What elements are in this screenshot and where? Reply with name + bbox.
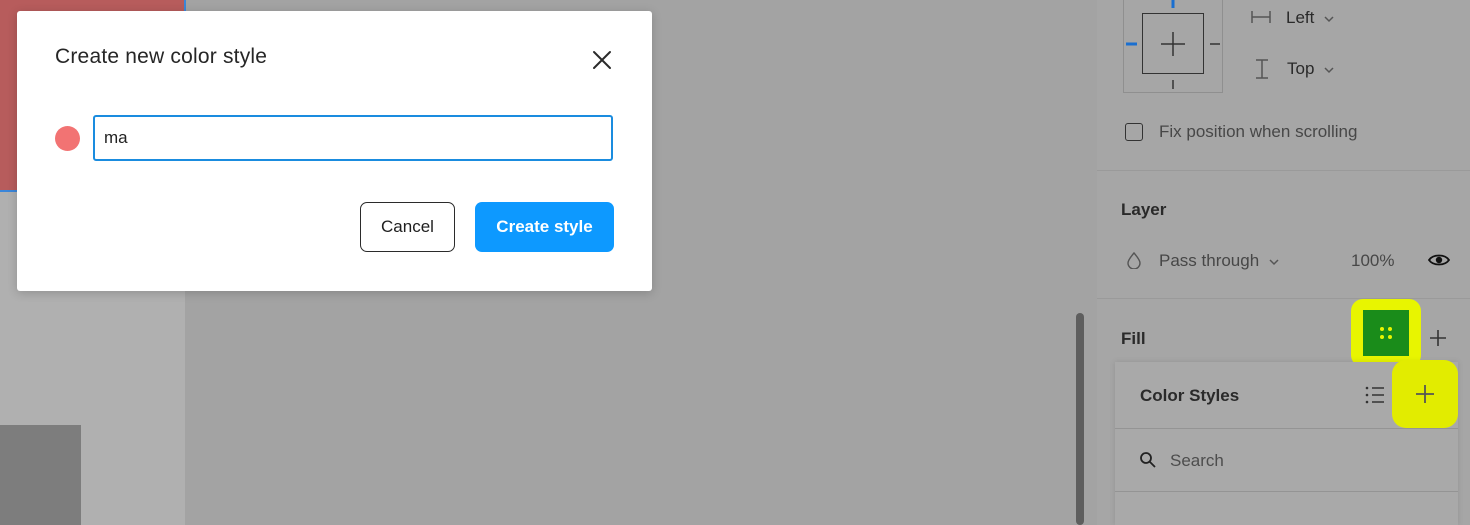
canvas-scrollbar[interactable]	[1076, 313, 1084, 525]
chevron-down-icon	[1324, 16, 1334, 23]
style-grid-icon	[1363, 310, 1409, 356]
section-divider	[1097, 170, 1470, 171]
cancel-button[interactable]: Cancel	[360, 202, 455, 252]
chevron-down-icon	[1324, 67, 1334, 74]
blend-mode-label: Pass through	[1159, 251, 1260, 270]
layer-section-title: Layer	[1121, 200, 1167, 219]
search-icon	[1140, 452, 1156, 468]
horizontal-constraint-icon	[1251, 11, 1271, 23]
fix-position-checkbox[interactable]	[1125, 123, 1143, 141]
blend-mode-drop-icon	[1127, 251, 1141, 269]
canvas-shape[interactable]	[0, 425, 81, 525]
add-fill-icon[interactable]	[1428, 328, 1448, 348]
close-icon[interactable]	[589, 47, 615, 73]
eye-icon[interactable]	[1427, 251, 1451, 269]
fix-position-label: Fix position when scrolling	[1159, 122, 1358, 141]
fill-section-title: Fill	[1121, 329, 1146, 348]
list-view-icon[interactable]	[1364, 385, 1386, 405]
create-color-style-button[interactable]	[1392, 360, 1458, 428]
plus-icon	[1416, 385, 1434, 403]
constraints-lines[interactable]	[1123, 0, 1223, 93]
create-style-button[interactable]: Create style	[475, 202, 614, 252]
vertical-constraint-select[interactable]: Top	[1287, 59, 1335, 79]
horizontal-constraint-select[interactable]: Left	[1286, 8, 1335, 28]
chevron-down-icon	[1269, 259, 1279, 266]
blend-mode-select[interactable]: Pass through	[1159, 251, 1280, 271]
color-swatch[interactable]	[55, 126, 80, 151]
popup-divider	[1115, 491, 1458, 492]
create-color-style-dialog: Create new color style Cancel Create sty…	[17, 11, 652, 291]
layer-opacity-value[interactable]: 100%	[1351, 251, 1394, 271]
style-name-input[interactable]	[93, 115, 613, 161]
style-picker-button[interactable]	[1351, 299, 1421, 367]
popup-divider	[1115, 428, 1458, 429]
color-styles-search-input[interactable]	[1170, 448, 1440, 474]
vertical-constraint-icon	[1256, 59, 1268, 79]
dialog-title: Create new color style	[55, 45, 268, 68]
color-styles-title: Color Styles	[1140, 386, 1240, 405]
horizontal-constraint-label: Left	[1286, 8, 1315, 27]
vertical-constraint-label: Top	[1287, 59, 1315, 78]
section-divider	[1097, 298, 1470, 299]
